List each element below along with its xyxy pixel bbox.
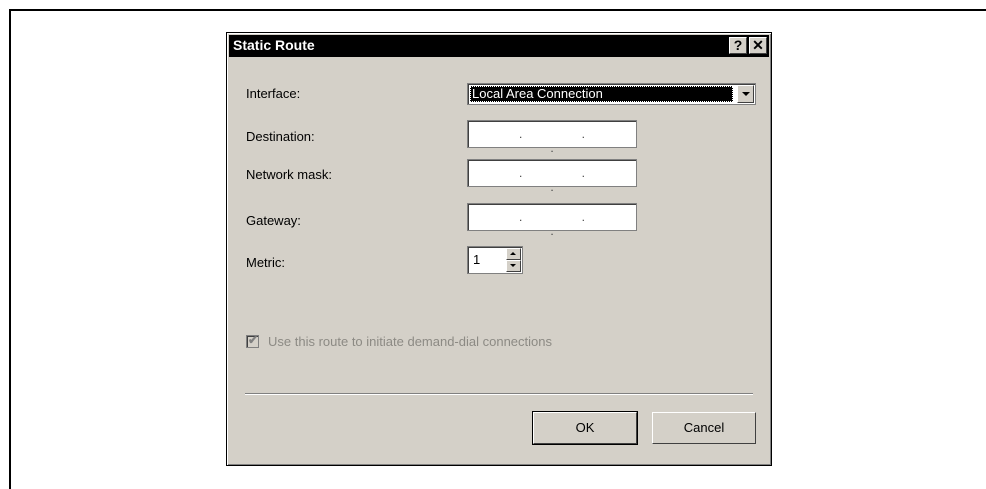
interface-select-value: Local Area Connection [470, 86, 733, 102]
close-button[interactable]: ✕ [749, 37, 767, 54]
ok-button[interactable]: OK [532, 411, 638, 445]
gateway-label: Gateway: [246, 213, 301, 228]
static-route-dialog: Static Route ? ✕ Interface: Local Area C… [226, 32, 772, 466]
interface-label: Interface: [246, 86, 301, 101]
interface-select[interactable]: Local Area Connection [467, 83, 756, 105]
destination-label: Destination: [246, 129, 315, 144]
title-bar: Static Route ? ✕ [229, 35, 769, 57]
metric-label: Metric: [246, 255, 285, 270]
demand-dial-checkbox: ✔ [246, 333, 259, 348]
network-mask-field[interactable]: . . . [467, 159, 637, 194]
destination-field[interactable]: . . . [467, 120, 637, 155]
chevron-down-icon[interactable] [737, 85, 754, 103]
metric-stepper[interactable]: 1 [467, 246, 523, 274]
dialog-title: Static Route [233, 37, 315, 53]
separator [245, 393, 753, 395]
gateway-field[interactable]: . . . [467, 203, 637, 238]
help-button[interactable]: ? [729, 37, 747, 54]
checkmark-icon: ✔ [248, 333, 259, 347]
gateway-ip-dots: . . . [518, 210, 613, 238]
destination-ip-dots: . . . [518, 127, 613, 155]
demand-dial-label: Use this route to initiate demand-dial c… [268, 334, 552, 349]
metric-value: 1 [473, 252, 481, 267]
spin-up-icon[interactable] [506, 248, 521, 260]
network-mask-label: Network mask: [246, 167, 332, 182]
network-mask-ip-dots: . . . [518, 166, 613, 194]
cancel-button[interactable]: Cancel [652, 412, 756, 444]
spin-down-icon[interactable] [506, 260, 521, 272]
